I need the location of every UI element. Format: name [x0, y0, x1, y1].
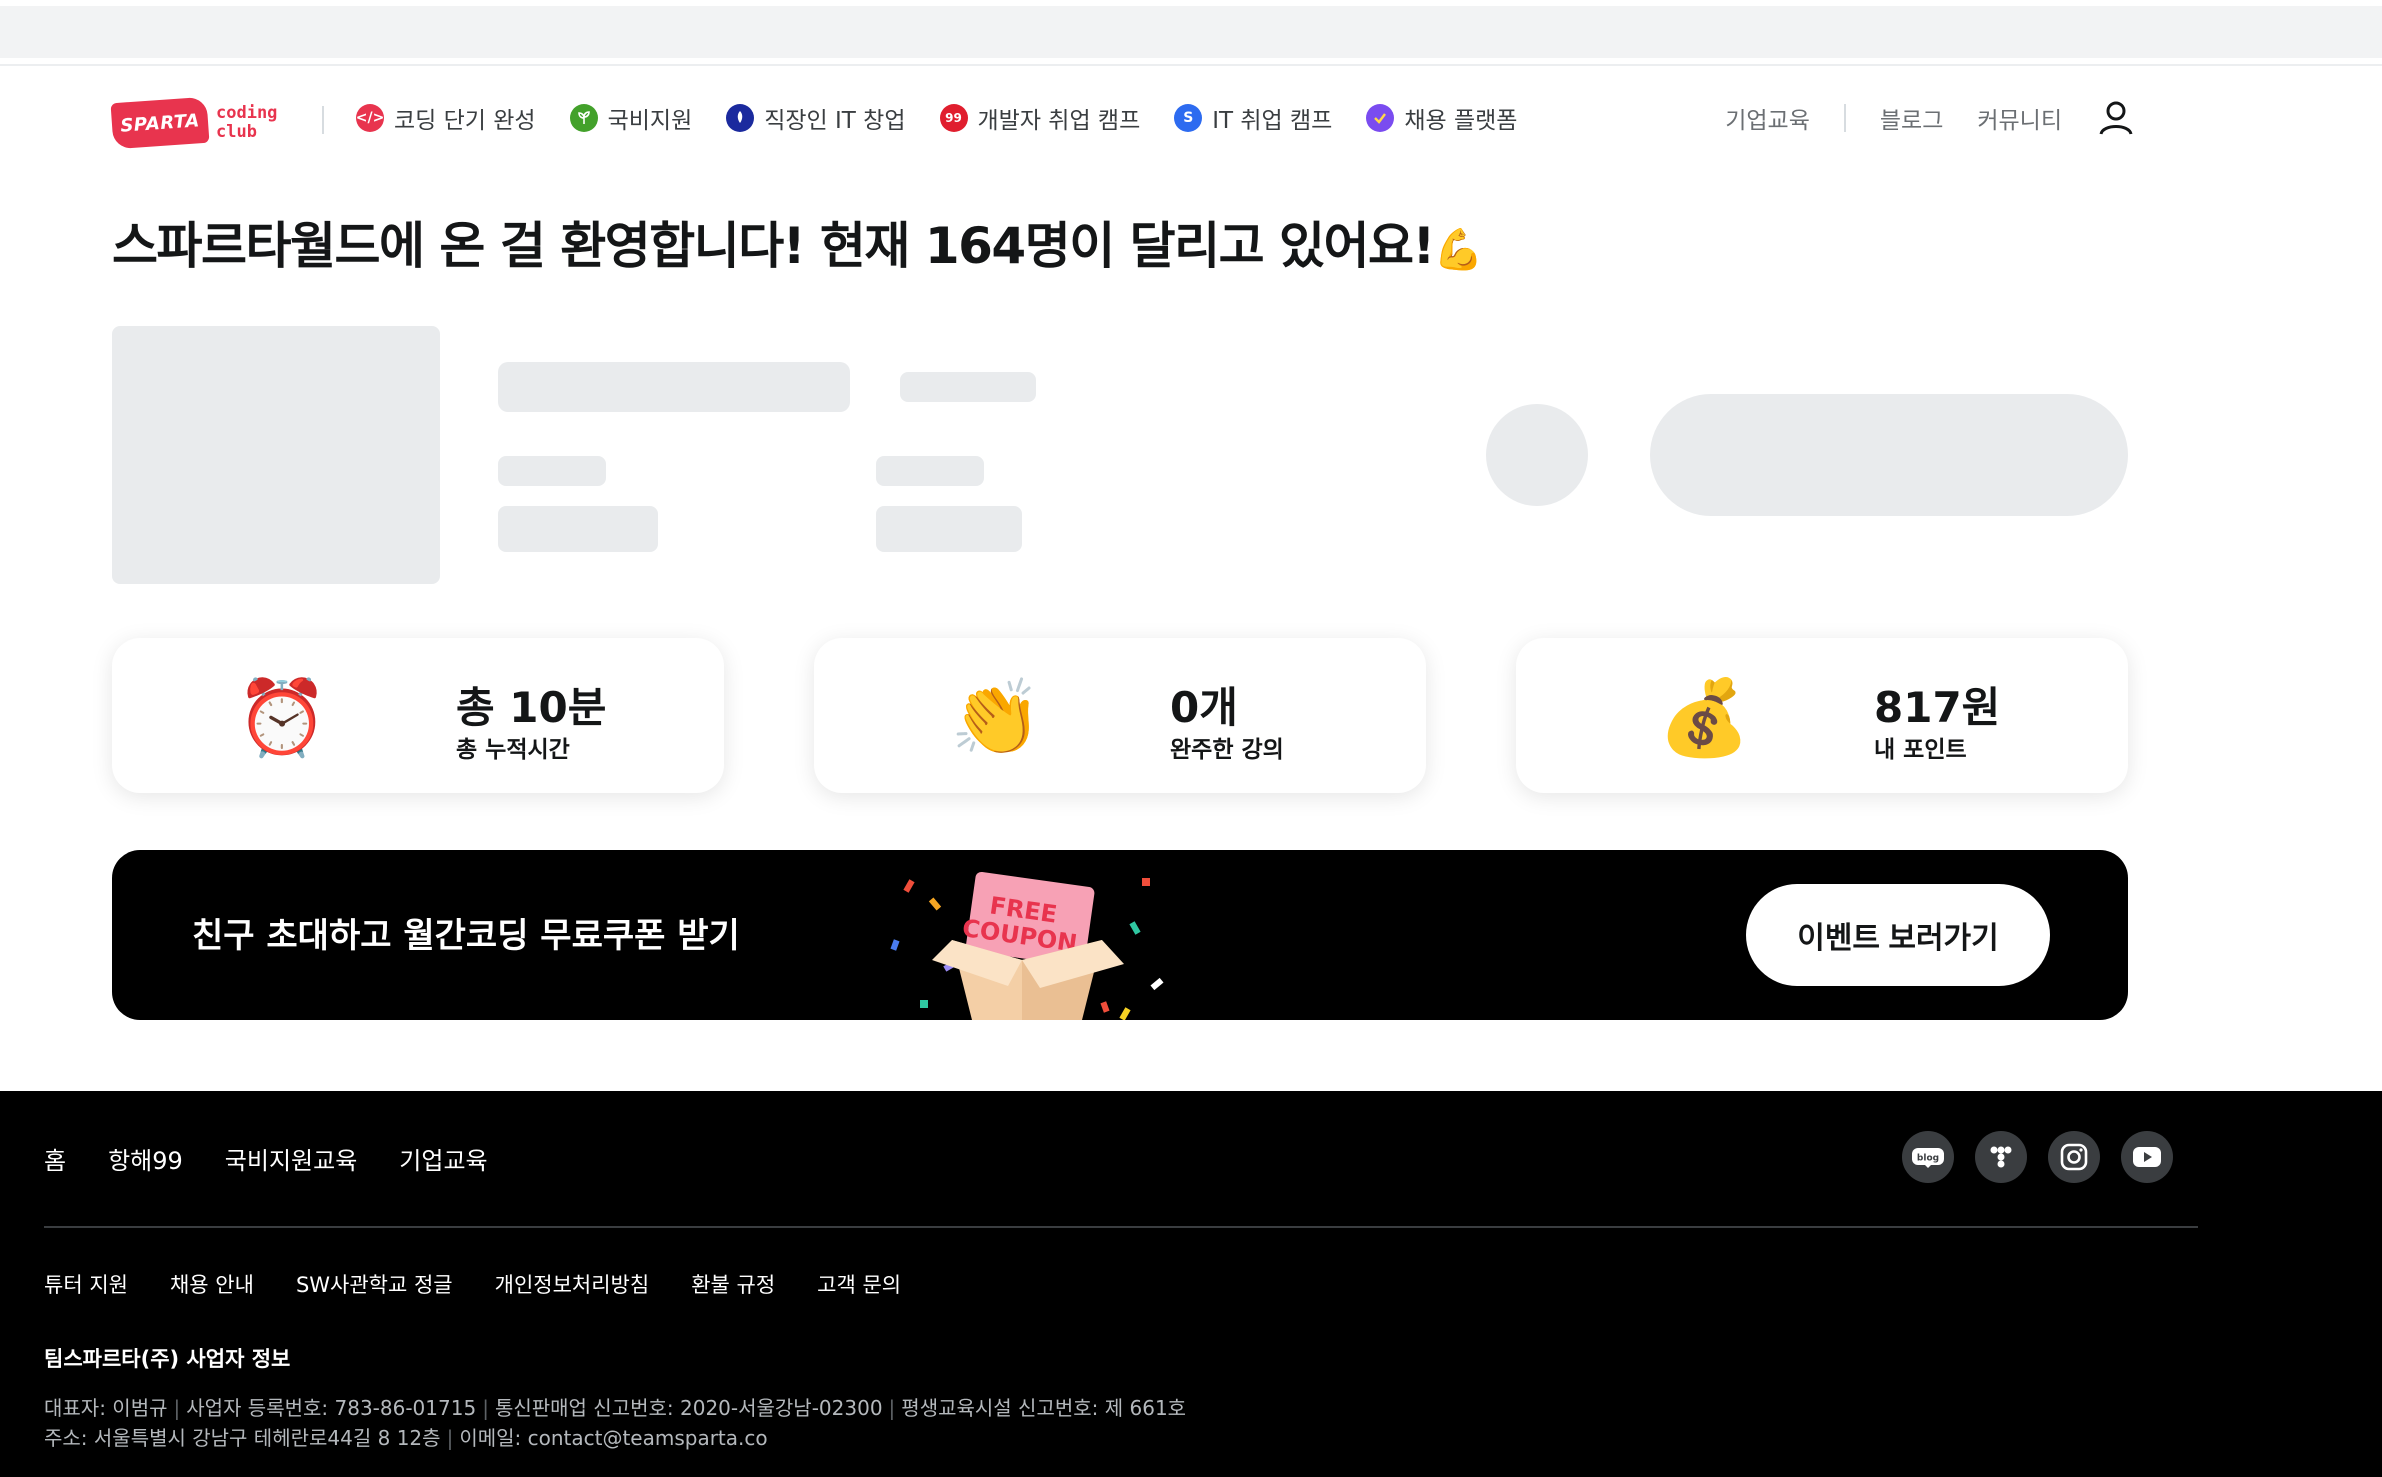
company-info-line-1: 대표자: 이범규 | 사업자 등록번호: 783-86-01715 | 통신판매업 신고…	[44, 1392, 1186, 1421]
footer-nav-home[interactable]: 홈	[44, 1141, 66, 1176]
top-strip	[0, 6, 2382, 58]
info-address: 주소: 서울특별시 강남구 테헤란로44길 8 12층	[44, 1426, 441, 1450]
nav-label: 채용 플랫폼	[1404, 108, 1518, 134]
stat-label: 완주한 강의	[1170, 737, 1284, 763]
footer-nav-corporate-education[interactable]: 기업교육	[399, 1141, 487, 1176]
code-icon: </>	[356, 104, 384, 132]
nav-item-hiring-platform[interactable]: 채용 플랫폼	[1366, 101, 1517, 135]
footer-link-tutor[interactable]: 튜터 지원	[44, 1269, 128, 1299]
nav-label: 코딩 단기 완성	[394, 108, 536, 134]
footer-links: 튜터 지원 채용 안내 SW사관학교 정글 개인정보처리방침 환불 규정 고객 …	[44, 1269, 901, 1299]
check-icon	[1366, 104, 1395, 132]
info-separator: |	[482, 1396, 489, 1420]
info-email[interactable]: 이메일: contact@teamsparta.co	[459, 1426, 767, 1450]
footer-divider	[44, 1226, 2198, 1228]
info-separator: |	[888, 1396, 896, 1420]
stat-card-my-points: 💰 817원 내 포인트	[1516, 638, 2128, 793]
right-nav-divider	[1843, 104, 1846, 132]
sprout-icon	[569, 104, 598, 132]
nav-label: 국비지원	[607, 108, 693, 134]
header-divider	[322, 106, 324, 134]
nav-label: 개발자 취업 캠프	[977, 108, 1141, 134]
footer-link-careers[interactable]: 채용 안내	[170, 1269, 254, 1299]
stat-value: 총 10분	[456, 683, 607, 732]
stat-value: 0개	[1170, 683, 1238, 732]
logo-text: coding club	[216, 104, 277, 142]
info-business-number: 사업자 등록번호: 783-86-01715	[186, 1396, 477, 1420]
stat-card-total-time: ⏰ 총 10분 총 누적시간	[112, 638, 724, 793]
skeleton-title	[498, 362, 850, 412]
company-info-title: 팀스파르타(주) 사업자 정보	[44, 1347, 291, 1371]
logo-badge: SPARTA	[110, 96, 210, 150]
youtube-icon[interactable]	[2121, 1131, 2173, 1183]
nav-label: IT 취업 캠프	[1212, 108, 1333, 134]
info-ceo: 대표자: 이범규	[44, 1396, 168, 1420]
nav-item-dev-job-camp[interactable]: 99 개발자 취업 캠프	[939, 101, 1141, 135]
stat-label: 내 포인트	[1874, 737, 1967, 763]
skeleton-subtitle	[900, 372, 1036, 402]
user-profile-icon[interactable]	[2096, 98, 2136, 138]
site-footer: 홈 항해99 국비지원교육 기업교육 blog 튜터 지원 채용 안내 SW사관…	[0, 1091, 2382, 1477]
info-ecommerce-number: 통신판매업 신고번호: 2020-서울강남-02300	[494, 1396, 883, 1420]
nav-item-coding-short[interactable]: </> 코딩 단기 완성	[356, 101, 536, 135]
info-separator: |	[173, 1396, 181, 1420]
main-nav: </> 코딩 단기 완성 국비지원 직장인 IT 창업 99 개발자 취업 캠프…	[356, 96, 1517, 140]
nav-label: 직장인 IT 창업	[764, 108, 906, 134]
skeleton-thumbnail	[112, 326, 440, 584]
nav-item-it-job-camp[interactable]: S IT 취업 캠프	[1174, 101, 1332, 135]
skeleton-value	[498, 506, 658, 552]
invite-banner[interactable]: 친구 초대하고 월간코딩 무료쿠폰 받기 FREE COUPON 이벤트 보러가…	[112, 850, 2128, 1020]
nav-community[interactable]: 커뮤니티	[1977, 101, 2062, 135]
site-header: SPARTA coding club </> 코딩 단기 완성 국비지원 직장인…	[0, 66, 2382, 170]
welcome-text: 스파르타월드에 온 걸 환영합니다! 현재 164명이 달리고 있어요!	[112, 217, 1435, 275]
stat-card-completed-courses: 👏 0개 완주한 강의	[814, 638, 1426, 793]
banner-text: 친구 초대하고 월간코딩 무료쿠폰 받기	[192, 916, 740, 956]
info-education-number: 평생교육시설 신고번호: 제 661호	[901, 1396, 1187, 1420]
rocket-icon	[726, 104, 755, 132]
clapping-hands-icon: 👏	[950, 675, 1043, 761]
stat-value: 817원	[1874, 683, 2001, 732]
skeleton-label	[498, 456, 606, 486]
view-event-button[interactable]: 이벤트 보러가기	[1746, 884, 2050, 986]
stat-label: 총 누적시간	[456, 737, 570, 763]
nav-item-it-startup[interactable]: 직장인 IT 창업	[726, 101, 906, 135]
social-links: blog	[1902, 1131, 2173, 1183]
company-info-line-2: 주소: 서울특별시 강남구 테헤란로44길 8 12층 | 이메일: contact…	[44, 1422, 768, 1451]
blog-icon-text: blog	[1917, 1154, 1939, 1164]
browser-top-area	[0, 0, 2382, 66]
nav-blog[interactable]: 블로그	[1880, 101, 1943, 135]
nav-item-government-support[interactable]: 국비지원	[569, 101, 693, 135]
hanghae99-icon: 99	[939, 104, 968, 132]
skeleton-value	[876, 506, 1022, 552]
money-bag-icon: 💰	[1658, 675, 1751, 761]
logo-text-line-1: coding	[216, 103, 278, 123]
info-separator: |	[446, 1426, 454, 1450]
footer-nav-hanghae99[interactable]: 항해99	[108, 1141, 183, 1176]
alarm-clock-icon: ⏰	[236, 675, 329, 761]
right-nav: 기업교육 블로그 커뮤니티	[1725, 96, 2136, 140]
instagram-icon[interactable]	[2048, 1131, 2100, 1183]
nav-corporate-education[interactable]: 기업교육	[1725, 101, 1810, 135]
skeleton-avatar	[1486, 404, 1588, 506]
footer-nav: 홈 항해99 국비지원교육 기업교육	[44, 1141, 488, 1176]
footer-link-refund[interactable]: 환불 규정	[691, 1269, 775, 1299]
skeleton-button	[1650, 394, 2128, 516]
footer-link-privacy[interactable]: 개인정보처리방침	[495, 1269, 650, 1299]
brunch-icon[interactable]	[1975, 1131, 2027, 1183]
footer-nav-government-education[interactable]: 국비지원교육	[225, 1141, 357, 1176]
s-icon: S	[1174, 104, 1203, 132]
footer-link-support[interactable]: 고객 문의	[817, 1269, 901, 1299]
blog-icon[interactable]: blog	[1902, 1131, 1954, 1183]
flexed-biceps-icon: 💪	[1433, 227, 1484, 273]
sparta-logo[interactable]: SPARTA coding club	[110, 94, 292, 152]
skeleton-label	[876, 456, 984, 486]
logo-text-line-2: club	[216, 122, 257, 142]
coupon-box-illustration: FREE COUPON	[890, 871, 1164, 1020]
welcome-message: 스파르타월드에 온 걸 환영합니다! 현재 164명이 달리고 있어요!💪	[112, 206, 1484, 278]
footer-link-jungle[interactable]: SW사관학교 정글	[296, 1269, 453, 1299]
